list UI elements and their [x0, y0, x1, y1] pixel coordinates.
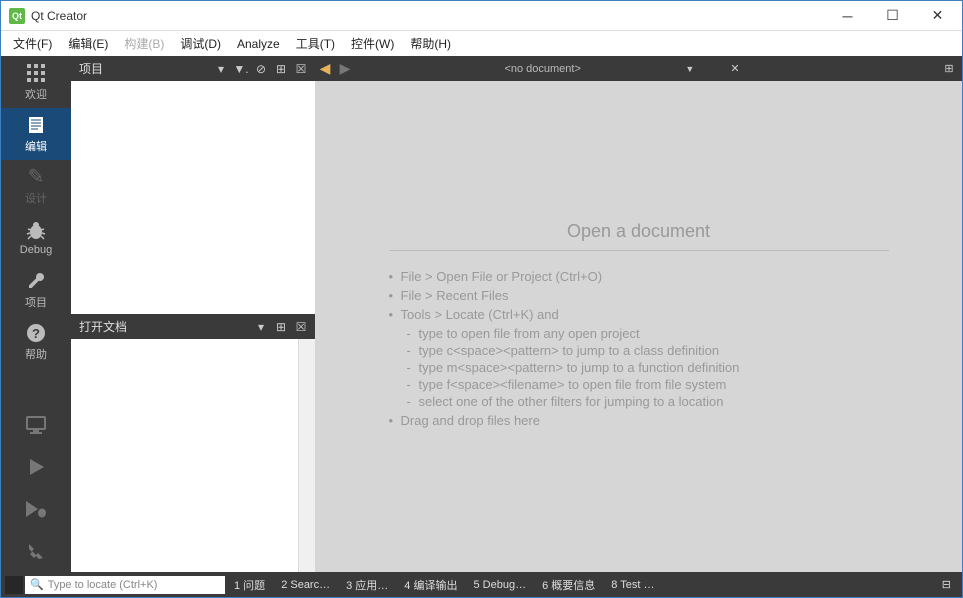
scroll-up-icon[interactable]: ▴: [307, 341, 312, 352]
target-selector-button[interactable]: [1, 404, 71, 446]
close-panel-icon[interactable]: ☒: [291, 320, 311, 334]
mode-bar: 欢迎 编辑 ✎ 设计 Debug 项目 ? 帮: [1, 56, 71, 572]
mode-label: Debug: [20, 244, 52, 256]
svg-text:?: ?: [32, 326, 40, 341]
help-icon: ?: [26, 323, 46, 343]
menu-analyze[interactable]: Analyze: [229, 35, 288, 53]
search-icon: 🔍: [30, 578, 44, 591]
mode-edit[interactable]: 编辑: [1, 108, 71, 160]
status-issues[interactable]: 1 问题: [227, 577, 272, 593]
menu-debug[interactable]: 调试(D): [172, 33, 229, 54]
hint-subline: type f<space><filename> to open file fro…: [407, 377, 889, 392]
pencil-icon: ✎: [28, 167, 45, 187]
hint-line: File > Recent Files: [389, 288, 889, 303]
hint-subline: type c<space><pattern> to jump to a clas…: [407, 343, 889, 358]
close-document-button[interactable]: ✕: [730, 62, 748, 75]
wrench-icon: [26, 271, 46, 291]
status-debug[interactable]: 5 Debug…: [466, 579, 533, 591]
menu-file[interactable]: 文件(F): [5, 33, 60, 54]
side-panel: 项目 ▾ ▼. ⊘ ⊞ ☒ 打开文档 ▾ ⊞ ☒ ▴: [71, 56, 315, 572]
mode-debug[interactable]: Debug: [1, 212, 71, 264]
chevron-down-icon: ▼: [685, 64, 694, 74]
maximize-button[interactable]: ☐: [870, 1, 915, 30]
mode-design: ✎ 设计: [1, 160, 71, 212]
editor-toolbar: ◀ ▶ <no document> ▼ ✕ ⊞: [315, 56, 962, 81]
mode-project[interactable]: 项目: [1, 264, 71, 316]
document-name: <no document>: [504, 63, 580, 75]
status-compile-output[interactable]: 4 编译输出: [397, 577, 464, 593]
editor-area: ◀ ▶ <no document> ▼ ✕ ⊞ Open a document …: [315, 56, 962, 572]
hint-line: Tools > Locate (Ctrl+K) and: [389, 307, 889, 322]
mode-label: 设计: [25, 190, 47, 206]
main-content: 欢迎 编辑 ✎ 设计 Debug 项目 ? 帮: [1, 56, 962, 572]
menu-help[interactable]: 帮助(H): [402, 33, 459, 54]
menu-edit[interactable]: 编辑(E): [60, 33, 116, 54]
open-docs-panel-header: 打开文档 ▾ ⊞ ☒: [71, 314, 315, 339]
menu-bar: 文件(F) 编辑(E) 构建(B) 调试(D) Analyze 工具(T) 控件…: [1, 31, 962, 56]
editor-body[interactable]: Open a document File > Open File or Proj…: [315, 81, 962, 572]
projects-panel-body: [71, 81, 315, 314]
filter-icon[interactable]: ▼.: [231, 62, 251, 76]
status-app-output[interactable]: 3 应用…: [339, 577, 395, 593]
build-button[interactable]: [1, 530, 71, 572]
output-toggle-button[interactable]: [5, 576, 23, 594]
mode-label: 项目: [25, 294, 47, 310]
debug-run-button[interactable]: [1, 488, 71, 530]
hint-subline: type to open file from any open project: [407, 326, 889, 341]
status-general[interactable]: 6 概要信息: [535, 577, 602, 593]
chevron-down-icon[interactable]: ▾: [211, 62, 231, 76]
open-document-hint: Open a document File > Open File or Proj…: [389, 221, 889, 432]
close-panel-icon[interactable]: ☒: [291, 62, 311, 76]
split-editor-button[interactable]: ⊞: [936, 62, 962, 75]
grid-icon: [26, 63, 46, 83]
chevron-down-icon[interactable]: ▾: [251, 320, 271, 334]
open-docs-panel-body: ▴: [71, 339, 315, 572]
status-search[interactable]: 2 Searc…: [274, 579, 337, 591]
menu-widgets[interactable]: 控件(W): [343, 33, 402, 54]
bug-icon: [25, 221, 47, 241]
mode-welcome[interactable]: 欢迎: [1, 56, 71, 108]
link-icon[interactable]: ⊘: [251, 62, 271, 76]
mode-label: 编辑: [25, 138, 47, 154]
app-logo: Qt: [9, 8, 25, 24]
locator-placeholder: Type to locate (Ctrl+K): [48, 579, 158, 591]
mode-help[interactable]: ? 帮助: [1, 316, 71, 368]
nav-back-button[interactable]: ◀: [315, 60, 335, 77]
split-panel-icon[interactable]: ⊞: [271, 62, 291, 76]
document-icon: [26, 115, 46, 135]
minimize-button[interactable]: ─: [825, 1, 870, 30]
hint-line: Drag and drop files here: [389, 413, 889, 428]
hint-subline: select one of the other filters for jump…: [407, 394, 889, 409]
panel-title: 项目: [75, 60, 211, 77]
window-titlebar: Qt Qt Creator ─ ☐ ✕: [1, 1, 962, 31]
run-button[interactable]: [1, 446, 71, 488]
menu-build: 构建(B): [116, 33, 172, 54]
panel-title: 打开文档: [75, 318, 251, 335]
split-panel-icon[interactable]: ⊞: [271, 320, 291, 334]
status-test[interactable]: 8 Test …: [604, 579, 661, 591]
hint-title: Open a document: [389, 221, 889, 251]
hint-line: File > Open File or Project (Ctrl+O): [389, 269, 889, 284]
menu-tools[interactable]: 工具(T): [288, 33, 343, 54]
document-selector[interactable]: <no document> ▼: [355, 63, 730, 75]
close-button[interactable]: ✕: [915, 1, 960, 30]
close-output-button[interactable]: ⊟: [935, 578, 958, 591]
nav-forward-button[interactable]: ▶: [335, 60, 355, 77]
mode-label: 帮助: [25, 346, 47, 362]
window-title: Qt Creator: [31, 9, 825, 23]
status-bar: 🔍 Type to locate (Ctrl+K) 1 问题 2 Searc… …: [1, 572, 962, 597]
locator-input[interactable]: 🔍 Type to locate (Ctrl+K): [25, 576, 225, 594]
mode-label: 欢迎: [25, 86, 47, 102]
projects-panel-header: 项目 ▾ ▼. ⊘ ⊞ ☒: [71, 56, 315, 81]
hint-subline: type m<space><pattern> to jump to a func…: [407, 360, 889, 375]
